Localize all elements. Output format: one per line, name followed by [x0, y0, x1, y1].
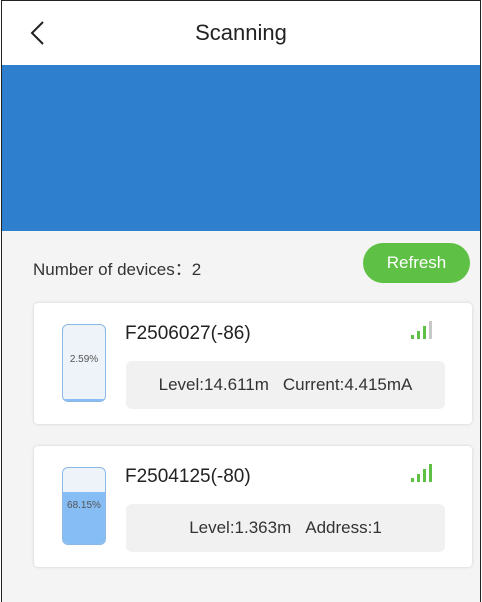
device-name: F2504125(-80) [125, 466, 251, 487]
signal-bar [411, 478, 414, 482]
back-button[interactable] [24, 19, 50, 47]
device-count-row: Number of devices：2 Refresh [2, 231, 480, 295]
header-banner [2, 65, 480, 231]
signal-strength-icon [411, 321, 432, 339]
tank-percent-label: 2.59% [69, 354, 99, 365]
address-reading: Address:1 [305, 518, 382, 537]
signal-bar [423, 469, 426, 482]
signal-bar [417, 331, 420, 339]
device-card[interactable]: 2.59% F2506027(-86) Level:14.611m Curren… [34, 303, 472, 424]
current-reading: Current:4.415mA [282, 375, 413, 394]
signal-bar [417, 474, 420, 482]
signal-bar [423, 326, 426, 339]
level-reading: Level:14.611m [158, 375, 269, 394]
tank-percent-label: 68.15% [67, 500, 101, 511]
device-name: F2506027(-86) [125, 323, 251, 344]
app-frame: Scanning Number of devices：2 Refresh 2.5… [1, 0, 481, 602]
tank-fill [63, 399, 105, 401]
signal-bar [429, 464, 432, 482]
tank-level-indicator: 68.15% [62, 467, 106, 545]
signal-strength-icon [411, 464, 432, 482]
signal-bar [429, 321, 432, 339]
level-reading: Level:1.363m [189, 518, 292, 537]
chevron-left-icon [30, 21, 44, 45]
signal-bar [411, 335, 414, 339]
top-bar: Scanning [2, 1, 480, 65]
device-count-label: Number of devices：2 [33, 260, 202, 279]
refresh-button[interactable]: Refresh [363, 243, 470, 283]
page-title: Scanning [195, 20, 287, 45]
tank-level-indicator: 2.59% [62, 324, 106, 402]
device-info-box: Level:1.363m Address:1 [126, 504, 445, 552]
device-info-box: Level:14.611m Current:4.415mA [126, 361, 445, 409]
device-card[interactable]: 68.15% F2504125(-80) Level:1.363m Addres… [34, 446, 472, 567]
